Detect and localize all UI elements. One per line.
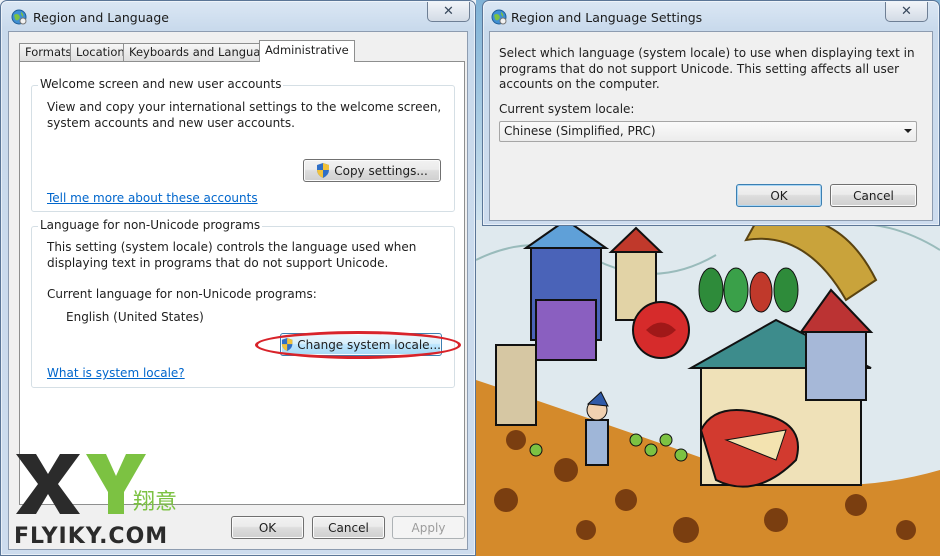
tab-label: Administrative [265,43,349,57]
group-title: Welcome screen and new user accounts [38,77,284,91]
cancel-button[interactable]: Cancel [830,184,917,207]
close-button[interactable]: ✕ [427,2,470,22]
welcome-description: View and copy your international setting… [47,100,442,130]
chevron-down-icon [904,129,912,133]
tab-location[interactable]: Location [70,43,131,61]
tab-label: Location [76,45,125,59]
button-label: Apply [411,520,446,535]
system-locale-label: Current system locale: [499,102,635,116]
dialog-description: Select which language (system locale) to… [499,46,915,91]
group-title: Language for non-Unicode programs [38,218,263,232]
button-label: Copy settings... [334,163,428,178]
button-label: Cancel [853,188,894,203]
apply-button[interactable]: Apply [392,516,465,539]
title-bar[interactable]: Region and Language ✕ [1,1,475,33]
globe-icon [491,9,507,25]
globe-icon [11,9,27,25]
tab-label: Formats [25,45,72,59]
tell-me-more-link[interactable]: Tell me more about these accounts [47,191,258,205]
current-language-value: English (United States) [66,310,204,324]
ok-button[interactable]: OK [736,184,822,207]
red-highlight-ellipse [255,331,461,359]
copy-settings-button[interactable]: Copy settings... [303,159,441,182]
close-icon: ✕ [901,4,912,19]
ok-button[interactable]: OK [231,516,304,539]
title-bar[interactable]: Region and Language Settings ✕ [483,1,939,33]
tab-formats[interactable]: Formats [19,43,78,61]
tab-label: Keyboards and Languages [129,45,281,59]
dialog-title: Region and Language Settings [511,10,703,25]
watermark-cn-text: 翔意 [133,490,178,515]
button-label: Cancel [328,520,369,535]
current-language-label: Current language for non-Unicode program… [47,287,317,301]
xy-logo-icon [16,454,146,514]
system-locale-dropdown[interactable]: Chinese (Simplified, PRC) [499,121,917,142]
what-is-system-locale-link[interactable]: What is system locale? [47,366,185,380]
watermark-site: FLYIKY.COM [14,524,169,549]
uac-shield-icon [317,163,330,178]
button-label: OK [258,520,277,535]
cancel-button[interactable]: Cancel [312,516,385,539]
non-unicode-description: This setting (system locale) controls th… [47,240,417,270]
close-icon: ✕ [443,4,454,19]
window-title: Region and Language [33,10,169,25]
close-button[interactable]: ✕ [885,2,928,22]
button-label: OK [770,188,788,203]
region-and-language-settings-dialog: Region and Language Settings ✕ Select wh… [482,0,940,226]
dropdown-selected-value: Chinese (Simplified, PRC) [504,124,656,138]
tab-administrative[interactable]: Administrative [259,40,355,62]
